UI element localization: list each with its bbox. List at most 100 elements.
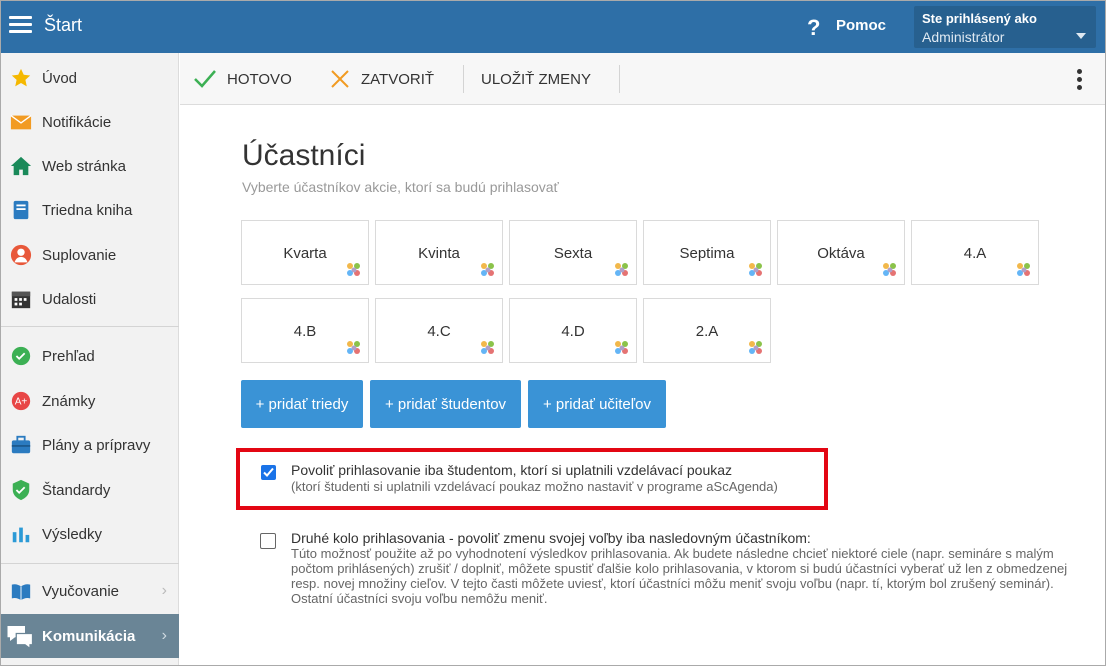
sidebar: Úvod Notifikácie Web stránka Triedna kni… — [1, 53, 179, 665]
sidebar-divider — [1, 326, 179, 327]
participant-name: 2.A — [695, 323, 719, 340]
participant-tile[interactable]: 2.A — [643, 298, 771, 363]
sidebar-item-udalosti[interactable]: Udalosti — [1, 277, 179, 321]
save-button[interactable]: ULOŽIŤ ZMENY — [481, 53, 591, 105]
substitute-person-icon — [10, 244, 32, 266]
sidebar-item-label: Výsledky — [42, 525, 103, 543]
checkmark-icon — [263, 467, 274, 477]
add-teachers-button[interactable]: + pridať učiteľov — [528, 380, 666, 428]
home-icon — [10, 156, 32, 176]
participant-tile[interactable]: 4.A — [911, 220, 1039, 285]
notebook-icon — [13, 200, 29, 220]
toolbar: HOTOVO ZATVORIŤ ULOŽIŤ ZMENY — [180, 53, 1105, 105]
sidebar-item-triedna-kniha[interactable]: Triedna kniha — [1, 188, 179, 232]
group-icon — [747, 261, 765, 279]
group-icon — [613, 261, 631, 279]
page-title: Účastníci — [242, 139, 366, 172]
calendar-icon — [11, 291, 31, 309]
more-options-icon[interactable] — [1077, 69, 1083, 91]
sidebar-divider — [1, 563, 179, 564]
star-icon — [11, 68, 31, 87]
group-icon — [1015, 261, 1033, 279]
sidebar-item-label: Plány a prípravy — [42, 436, 151, 454]
main-content: Účastníci Vyberte účastníkov akcie, ktor… — [180, 106, 1105, 665]
check-circle-icon — [11, 346, 31, 366]
save-label: ULOŽIŤ ZMENY — [481, 70, 592, 88]
participant-tile[interactable]: Septima — [643, 220, 771, 285]
sidebar-item-label: Štandardy — [42, 481, 111, 499]
chevron-down-icon — [1076, 33, 1086, 39]
participant-name: 4.C — [427, 323, 451, 340]
add-classes-button[interactable]: + pridať triedy — [241, 380, 363, 428]
participant-tile[interactable]: Kvarta — [241, 220, 369, 285]
sidebar-item-plany[interactable]: Plány a prípravy — [1, 423, 179, 467]
menu-icon[interactable] — [9, 16, 32, 34]
participant-name: 4.D — [561, 323, 585, 340]
participant-tile[interactable]: Oktáva — [777, 220, 905, 285]
sidebar-item-label: Suplovanie — [42, 246, 117, 264]
top-bar: Štart ? Pomoc Ste prihlásený ako Adminis… — [1, 1, 1105, 53]
sidebar-item-vysledky[interactable]: Výsledky — [1, 512, 179, 556]
app-window: Štart ? Pomoc Ste prihlásený ako Adminis… — [0, 0, 1106, 666]
toolbar-divider — [619, 65, 620, 93]
help-link[interactable]: Pomoc — [836, 17, 886, 34]
done-button[interactable]: HOTOVO — [193, 53, 292, 105]
sidebar-item-notifikacie[interactable]: Notifikácie — [1, 100, 179, 144]
sidebar-item-label: Vyučovanie — [42, 582, 119, 600]
sidebar-item-komunikacia[interactable]: Komunikácia › — [1, 614, 179, 658]
book-icon — [11, 584, 31, 601]
sidebar-item-suplovanie[interactable]: Suplovanie — [1, 233, 179, 277]
sidebar-item-standardy[interactable]: Štandardy — [1, 468, 179, 512]
app-title[interactable]: Štart — [44, 15, 82, 36]
done-label: HOTOVO — [227, 70, 292, 88]
group-icon — [747, 339, 765, 357]
page-subtitle: Vyberte účastníkov akcie, ktorí sa budú … — [242, 179, 559, 195]
participant-tile[interactable]: 4.B — [241, 298, 369, 363]
group-icon — [613, 339, 631, 357]
grade-icon: A+ — [11, 391, 31, 411]
participant-name: Kvarta — [283, 245, 327, 262]
group-icon — [881, 261, 899, 279]
sidebar-item-znamky[interactable]: A+ Známky — [1, 379, 179, 423]
voucher-only-label: Povoliť prihlasovanie iba študentom, kto… — [291, 462, 733, 478]
group-icon — [479, 261, 497, 279]
chevron-right-icon: › — [161, 582, 167, 599]
participant-tile[interactable]: Kvinta — [375, 220, 503, 285]
participant-tile[interactable]: 4.C — [375, 298, 503, 363]
sidebar-item-uvod[interactable]: Úvod — [1, 56, 179, 100]
briefcase-icon — [11, 435, 31, 454]
chevron-right-icon: › — [161, 627, 167, 644]
sidebar-item-web[interactable]: Web stránka — [1, 144, 179, 188]
add-students-button[interactable]: + pridať študentov — [370, 380, 521, 428]
participant-name: Oktáva — [817, 245, 865, 262]
participant-tile[interactable]: Sexta — [509, 220, 637, 285]
help-icon[interactable]: ? — [807, 15, 820, 41]
participant-tile[interactable]: 4.D — [509, 298, 637, 363]
participant-name: Septima — [679, 245, 735, 262]
close-button[interactable]: ZATVORIŤ — [330, 53, 434, 105]
second-round-checkbox[interactable] — [260, 533, 276, 549]
user-account-dropdown[interactable]: Ste prihlásený ako Administrátor — [914, 6, 1096, 48]
group-icon — [345, 261, 363, 279]
sidebar-item-label: Prehľad — [42, 347, 95, 365]
sidebar-item-label: Komunikácia — [42, 627, 136, 645]
shield-check-icon — [12, 479, 30, 501]
participant-name: Kvinta — [418, 245, 460, 262]
group-icon — [345, 339, 363, 357]
participant-name: Sexta — [553, 245, 593, 262]
check-icon — [194, 70, 216, 88]
sidebar-item-vyucovanie[interactable]: Vyučovanie › — [1, 569, 179, 613]
sidebar-item-label: Udalosti — [42, 290, 97, 308]
envelope-icon — [10, 115, 32, 130]
voucher-only-description: (ktorí študenti si uplatnili vzdelávací … — [291, 479, 778, 494]
participant-name: 4.B — [293, 323, 317, 340]
chat-icon — [7, 626, 34, 650]
voucher-only-checkbox[interactable] — [261, 465, 276, 480]
sidebar-item-prehlad[interactable]: Prehľad — [1, 334, 179, 378]
second-round-label: Druhé kolo prihlasovania - povoliť zmenu… — [291, 530, 811, 546]
user-role: Administrátor — [922, 29, 1005, 45]
sidebar-item-label: Notifikácie — [42, 113, 112, 131]
toolbar-divider — [463, 65, 464, 93]
user-caption: Ste prihlásený ako — [922, 11, 1037, 26]
second-round-description: Túto možnosť použite až po vyhodnotení v… — [291, 546, 1068, 606]
